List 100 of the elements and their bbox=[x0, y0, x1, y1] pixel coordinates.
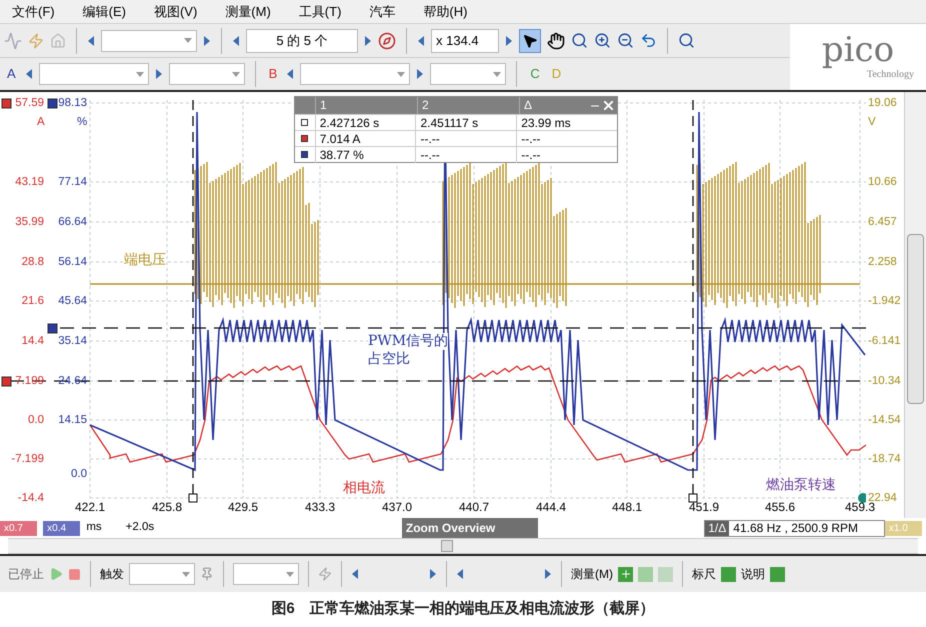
current-axis-label: 43.19 bbox=[14, 175, 44, 189]
left-arrow-icon[interactable] bbox=[351, 569, 359, 579]
cursor-cell: 2.451117 s bbox=[415, 114, 516, 130]
menu-item[interactable]: 帮助(H) bbox=[423, 2, 468, 22]
dropdown-field[interactable] bbox=[430, 63, 506, 85]
cursor-cell: --.-- bbox=[516, 146, 617, 162]
current-axis-label: -14.4 bbox=[16, 491, 44, 505]
current-axis-unit: A bbox=[37, 115, 45, 129]
left-arrow-icon[interactable] bbox=[24, 69, 33, 79]
voltage-axis-label: -14.54 bbox=[868, 413, 901, 427]
left-arrow-icon[interactable] bbox=[87, 36, 95, 46]
menu-item[interactable]: 视图(V) bbox=[154, 2, 198, 22]
dropdown-caret-icon[interactable] bbox=[493, 72, 502, 76]
dropdown-field[interactable] bbox=[168, 63, 245, 85]
menu-item[interactable]: 测量(M) bbox=[225, 2, 271, 22]
dropdown-field[interactable] bbox=[300, 63, 410, 85]
dropdown-caret-icon[interactable] bbox=[232, 72, 240, 76]
page-counter-field[interactable]: 5 的 5 个 bbox=[246, 28, 358, 52]
stop-icon[interactable] bbox=[68, 568, 81, 580]
cursor-cell: --.-- bbox=[415, 130, 516, 146]
pointer-tool[interactable] bbox=[519, 28, 541, 52]
hand-icon[interactable] bbox=[547, 32, 565, 50]
zoom-field[interactable]: x 134.4 bbox=[431, 28, 499, 52]
stopped-label: 已停止 bbox=[8, 566, 44, 583]
current-axis-label: -7.199 bbox=[10, 452, 44, 466]
dropdown-caret-icon[interactable] bbox=[136, 72, 144, 76]
zoom-box-icon[interactable] bbox=[571, 32, 588, 49]
voltage-axis-label: 6.457 bbox=[868, 215, 897, 229]
notes-label: 说明 bbox=[741, 566, 765, 583]
menu-item[interactable]: 编辑(E) bbox=[82, 2, 126, 22]
cursor-cell: 2.427126 s bbox=[314, 114, 416, 130]
cursor-cell: --.-- bbox=[415, 146, 516, 162]
scroll-thumb[interactable] bbox=[907, 234, 924, 404]
scale-badge[interactable]: x0.4 bbox=[43, 520, 80, 536]
duty-axis-label: 66.64 bbox=[57, 215, 87, 229]
voltage-axis-label: 10.66 bbox=[868, 175, 897, 189]
dropdown-field[interactable] bbox=[101, 30, 197, 52]
time-axis-label: 433.3 bbox=[304, 500, 336, 514]
left-arrow-icon[interactable] bbox=[286, 69, 294, 79]
notes-button[interactable] bbox=[770, 566, 785, 582]
close-icon[interactable] bbox=[601, 98, 615, 112]
voltage-axis-label: -10.34 bbox=[868, 374, 901, 388]
play-icon[interactable] bbox=[49, 567, 63, 581]
right-arrow-icon[interactable] bbox=[364, 36, 372, 46]
scroll-thumb[interactable] bbox=[441, 540, 453, 552]
duty-axis-label: 77.14 bbox=[57, 175, 87, 189]
zoom-in-icon[interactable] bbox=[594, 32, 611, 49]
dropdown-field[interactable] bbox=[38, 63, 149, 85]
channel-button[interactable]: B bbox=[266, 64, 280, 84]
right-arrow-icon[interactable] bbox=[154, 69, 163, 79]
zoom-out-icon[interactable] bbox=[617, 32, 634, 49]
cursor-cell: 23.99 ms bbox=[516, 114, 617, 130]
horizontal-scrollbar[interactable] bbox=[8, 538, 918, 554]
zoom-fit-icon[interactable] bbox=[678, 32, 695, 49]
dropdown-caret-icon[interactable] bbox=[182, 572, 190, 576]
annotation-label: 占空比 bbox=[368, 351, 410, 368]
trigger-label: 触发 bbox=[100, 566, 124, 583]
figure-caption: 图6 正常车燃油泵某一相的端电压及相电流波形（截屏） bbox=[271, 599, 655, 620]
time-axis-label: 429.5 bbox=[226, 500, 260, 514]
pointer-icon[interactable] bbox=[522, 32, 538, 48]
dropdown-caret-icon[interactable] bbox=[397, 72, 406, 76]
left-arrow-icon[interactable] bbox=[456, 569, 464, 579]
home-icon[interactable] bbox=[50, 32, 66, 48]
time-axis-label: 448.1 bbox=[610, 500, 644, 514]
voltage-axis-label: 19.06 bbox=[868, 96, 897, 110]
compass-icon[interactable] bbox=[378, 32, 396, 50]
undo-icon[interactable] bbox=[640, 32, 657, 49]
menu-item[interactable]: 文件(F) bbox=[12, 2, 55, 22]
voltage-axis-label: -18.74 bbox=[868, 452, 901, 466]
time-axis-label: 451.9 bbox=[688, 500, 720, 514]
cursor-column-header: 1 bbox=[315, 97, 417, 114]
channel-button[interactable]: A bbox=[4, 64, 19, 84]
time-axis-label: 437.0 bbox=[380, 500, 414, 514]
dropdown-field[interactable] bbox=[233, 563, 299, 585]
scrollbar[interactable] bbox=[904, 92, 926, 520]
menu-item[interactable]: 汽车 bbox=[369, 2, 396, 22]
dropdown-caret-icon[interactable] bbox=[184, 38, 192, 43]
remove-button[interactable] bbox=[638, 566, 653, 582]
dropdown-caret-icon[interactable] bbox=[286, 572, 294, 576]
ruler-button[interactable] bbox=[721, 566, 736, 582]
lightning-icon[interactable] bbox=[28, 32, 44, 48]
right-arrow-icon[interactable] bbox=[544, 569, 552, 579]
menu-item[interactable]: 工具(T) bbox=[298, 2, 342, 22]
time-axis-label: 455.6 bbox=[764, 500, 796, 514]
waveform-icon[interactable] bbox=[4, 32, 22, 50]
left-arrow-icon[interactable] bbox=[232, 36, 240, 46]
time-unit: ms bbox=[86, 520, 102, 536]
cursor-cell: --.-- bbox=[516, 130, 617, 146]
dropdown-field[interactable] bbox=[129, 563, 195, 585]
time-axis-label: 422.1 bbox=[74, 500, 106, 514]
right-arrow-icon[interactable] bbox=[505, 36, 513, 46]
zoom-overview-bar[interactable]: Zoom Overview bbox=[402, 518, 538, 538]
time-offset: +2.0s bbox=[126, 520, 156, 536]
right-arrow-icon[interactable] bbox=[203, 36, 211, 46]
time-axis-label: 440.7 bbox=[458, 500, 490, 514]
left-arrow-icon[interactable] bbox=[417, 36, 425, 46]
annotation-label: 端电压 bbox=[124, 252, 166, 269]
duty-axis-label: 35.14 bbox=[57, 334, 87, 348]
right-arrow-icon[interactable] bbox=[416, 69, 424, 79]
right-arrow-icon[interactable] bbox=[429, 569, 437, 579]
